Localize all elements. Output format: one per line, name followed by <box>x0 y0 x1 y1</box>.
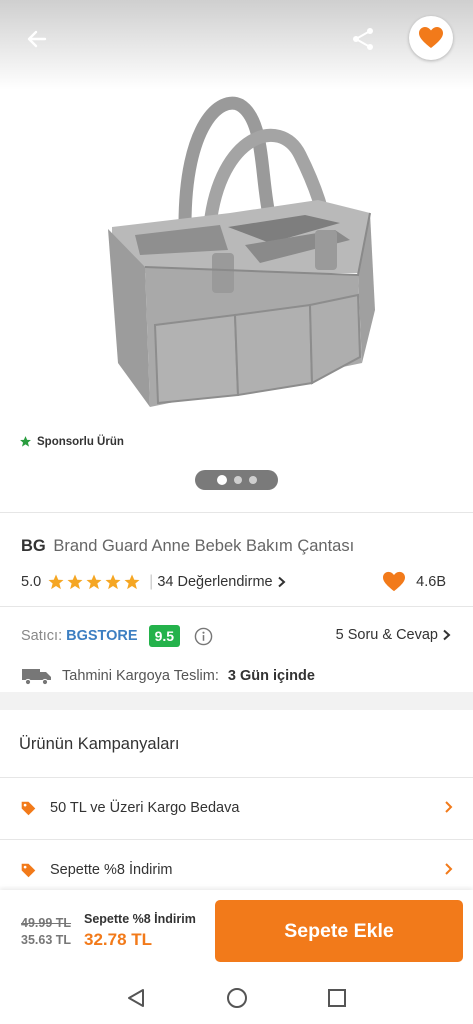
star-icon <box>105 574 121 590</box>
rating-stars <box>47 573 141 591</box>
qa-label: 5 Soru & Cevap <box>335 627 438 643</box>
info-icon[interactable] <box>194 627 213 646</box>
divider <box>0 606 473 607</box>
rating-row: 5.0 | 34 Değerlendirme 4.6B <box>21 571 456 593</box>
section-spacer <box>0 692 473 710</box>
seller-link[interactable]: BGSTORE <box>66 628 137 644</box>
seller-row: Satıcı: BGSTORE 9.5 5 Soru & Cevap <box>21 623 456 649</box>
tag-icon <box>21 863 36 877</box>
divider <box>0 512 473 513</box>
triangle-back-icon <box>128 989 144 1007</box>
truck-icon <box>22 669 51 686</box>
heart-icon <box>383 571 406 592</box>
pagination-dot[interactable] <box>248 476 257 484</box>
header-gradient <box>0 0 473 90</box>
nav-recents-button[interactable] <box>325 986 349 1010</box>
product-gallery[interactable]: Sponsorlu Ürün <box>0 0 473 512</box>
old-price: 49.99 TL <box>21 916 72 930</box>
seller-label: Satıcı: <box>21 628 63 644</box>
shipping-value: 3 Gün içinde <box>227 668 315 684</box>
chevron-right-icon <box>443 629 451 641</box>
sponsored-badge: Sponsorlu Ürün <box>19 435 124 448</box>
shipping-label: Tahmini Kargoya Teslim: <box>62 668 219 684</box>
product-name: Brand Guard Anne Bebek Bakım Çantası <box>53 537 355 555</box>
discount-label: Sepette %8 İndirim <box>84 912 196 926</box>
pagination-dot[interactable] <box>216 475 227 485</box>
product-title: BG Brand Guard Anne Bebek Bakım Çantası <box>21 537 354 556</box>
campaign-label: 50 TL ve Üzeri Kargo Bedava <box>50 800 240 816</box>
campaign-item[interactable]: 50 TL ve Üzeri Kargo Bedava <box>0 778 473 838</box>
star-icon <box>67 574 83 590</box>
rating-value: 5.0 <box>21 574 42 590</box>
star-icon <box>86 574 102 590</box>
system-nav-bar <box>0 972 473 1024</box>
star-icon <box>48 574 64 590</box>
star-icon <box>20 436 31 447</box>
reviews-label: 34 Değerlendirme <box>157 574 273 590</box>
chevron-right-icon <box>277 576 286 588</box>
likes-count: 4.6B <box>416 574 446 590</box>
square-recents-icon <box>328 989 346 1007</box>
chevron-right-icon <box>445 801 453 813</box>
back-button[interactable] <box>18 20 56 58</box>
tag-icon <box>21 801 36 815</box>
share-icon <box>353 28 373 50</box>
qa-link[interactable]: 5 Soru & Cevap <box>336 627 451 643</box>
campaigns-title: Ürünün Kampanyaları <box>19 735 180 753</box>
favorite-button[interactable] <box>409 16 453 60</box>
product-image[interactable] <box>100 95 385 420</box>
gallery-pagination[interactable] <box>195 470 278 490</box>
sponsored-label: Sponsorlu Ürün <box>37 435 124 448</box>
heart-icon <box>419 27 443 48</box>
campaign-label: Sepette %8 İndirim <box>50 862 173 878</box>
shipping-row: Tahmini Kargoya Teslim: 3 Gün içinde <box>21 664 315 688</box>
circle-home-icon <box>227 988 247 1008</box>
likes-button[interactable]: 4.6B <box>382 571 446 593</box>
seller-score-badge: 9.5 <box>148 625 181 647</box>
purchase-bar: 49.99 TL 35.63 TL Sepette %8 İndirim 32.… <box>0 890 473 972</box>
cart-price: 35.63 TL <box>21 933 72 947</box>
pagination-dot[interactable] <box>233 476 242 484</box>
chevron-right-icon <box>445 863 453 875</box>
arrow-left-icon <box>27 30 47 48</box>
final-price: 32.78 TL <box>84 930 153 949</box>
nav-home-button[interactable] <box>225 986 249 1010</box>
reviews-link[interactable]: 34 Değerlendirme <box>157 574 286 590</box>
separator: | <box>149 573 154 590</box>
add-to-cart-button[interactable]: Sepete Ekle <box>215 900 463 962</box>
brand-name[interactable]: BG <box>21 537 46 555</box>
star-icon <box>124 574 140 590</box>
share-button[interactable] <box>344 20 382 58</box>
nav-back-button[interactable] <box>124 986 148 1010</box>
